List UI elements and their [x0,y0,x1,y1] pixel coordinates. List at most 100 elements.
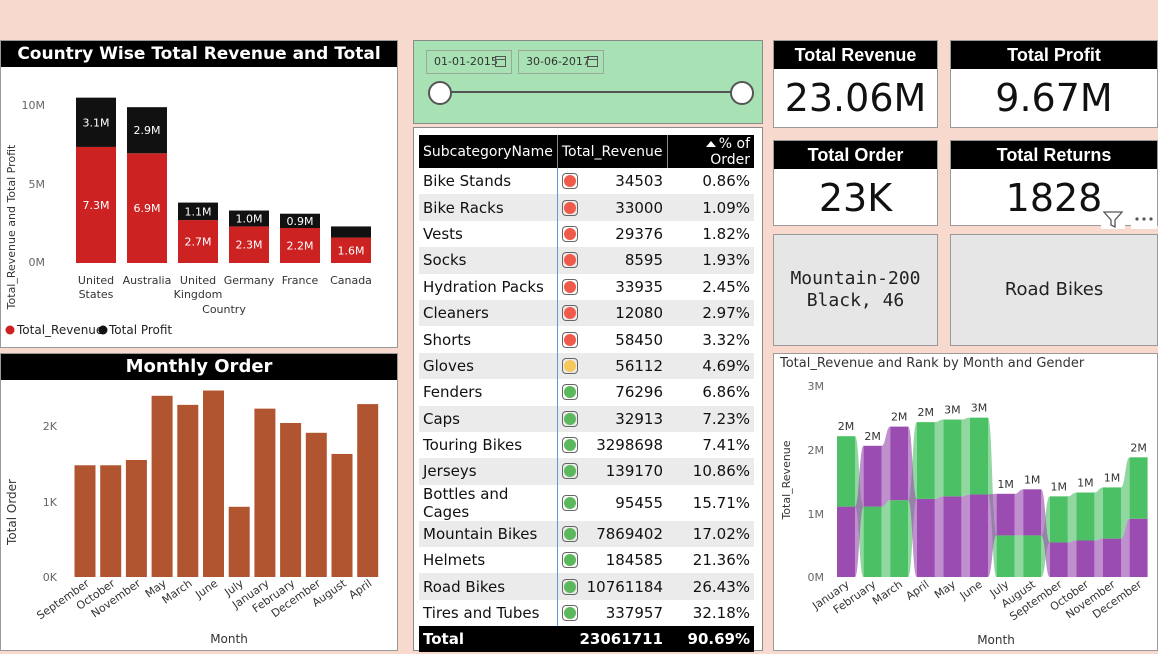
monthly-bar[interactable] [357,404,379,577]
calendar-icon[interactable] [587,56,598,67]
end-date-input[interactable]: 30-06-2017 [518,50,604,74]
cell-subcategory: Fenders [419,379,558,406]
monthly-bar[interactable] [125,459,147,577]
ribbon-band[interactable] [1067,540,1077,577]
monthly-bar[interactable] [254,408,276,577]
ribbon-band[interactable] [1014,535,1024,577]
data-label-revenue: 1.6M [338,244,365,257]
monthly-bar[interactable] [305,432,327,577]
monthly-bar[interactable] [151,395,173,577]
status-indicator-icon [561,605,578,622]
table-row[interactable]: Fenders 76296 6.86% [419,379,754,406]
ribbon-column-segment[interactable] [863,445,882,507]
kpi-total-profit-label: Total Profit [951,41,1157,69]
cell-pct: 32.18% [667,599,754,627]
ribbon-column-segment[interactable] [863,506,882,577]
table-row[interactable]: Socks 8595 1.93% [419,247,754,274]
ribbon-band[interactable] [881,426,891,507]
ribbon-column-segment[interactable] [837,506,855,577]
cell-revenue: 33000 [557,194,667,221]
ribbon-band[interactable] [1094,487,1103,541]
ribbon-column-segment[interactable] [916,498,935,577]
table-row[interactable]: Touring Bikes 3298698 7.41% [419,431,754,459]
ribbon-column-segment[interactable] [1103,487,1121,539]
cell-subcategory: Bottles and Cages [419,484,558,521]
ribbon-column-segment[interactable] [996,493,1015,536]
ribbon-band[interactable] [961,417,970,497]
table-row[interactable]: Mountain Bikes 7869402 17.02% [419,520,754,548]
table-row[interactable]: Bike Stands 34503 0.86% [419,168,754,195]
table-row[interactable]: Hydration Packs 33935 2.45% [419,273,754,300]
more-options-icon[interactable] [1131,209,1157,229]
slider-end-handle[interactable] [730,81,754,105]
ribbon-x-axis-label: Month [977,633,1015,647]
ribbon-band[interactable] [1094,538,1103,577]
monthly-bar[interactable] [100,465,122,577]
table-row[interactable]: Bike Racks 33000 1.09% [419,194,754,221]
ribbon-column-segment[interactable] [970,494,988,577]
ribbon-column-segment[interactable] [1049,496,1068,543]
table-row[interactable]: Road Bikes 10761184 26.43% [419,573,754,600]
ribbon-column-segment[interactable] [890,426,909,501]
slider-track[interactable] [440,91,742,93]
data-label-revenue: 2.7M [185,236,212,249]
table-row[interactable]: Tires and Tubes 337957 32.18% [419,599,754,627]
ribbon-column-segment[interactable] [1049,542,1068,577]
ribbon-column-segment[interactable] [916,422,935,499]
monthly-bar[interactable] [74,465,96,577]
ribbon-column-segment[interactable] [1103,538,1121,577]
column-header-subcategory[interactable]: SubcategoryName [419,135,558,168]
ribbon-band[interactable] [934,496,944,577]
ribbon-column-segment[interactable] [943,496,962,577]
table-row[interactable]: Shorts 58450 3.32% [419,326,754,353]
ribbon-column-segment[interactable] [970,417,988,495]
ribbon-column-segment[interactable] [1023,535,1042,577]
filter-icon[interactable] [1101,209,1125,229]
top-product-card[interactable]: Mountain-200 Black, 46 [773,234,938,346]
kpi-total-returns-value: 1828 [1005,176,1103,220]
monthly-bar[interactable] [177,404,199,577]
ribbon-band[interactable] [934,419,944,499]
ribbon-column-segment[interactable] [1023,489,1042,536]
ribbon-column-segment[interactable] [1129,518,1148,577]
monthly-bar[interactable] [228,506,250,577]
country-tick-label: France [282,274,319,287]
cell-pct: 21.36% [667,547,754,574]
status-indicator-icon [561,252,578,269]
data-label-profit: 2.9M [134,124,161,137]
column-header-pct[interactable]: % of Order [667,135,754,168]
calendar-icon[interactable] [495,56,506,67]
table-row[interactable]: Cleaners 12080 2.97% [419,299,754,327]
ribbon-band[interactable] [1067,492,1077,543]
table-row[interactable]: Jerseys 139170 10.86% [419,458,754,485]
ribbon-column-segment[interactable] [1076,492,1095,541]
ribbon-total-label: 2M [891,411,908,424]
ribbon-band[interactable] [961,494,970,577]
table-row[interactable]: Helmets 184585 21.36% [419,547,754,574]
start-date-input[interactable]: 01-01-2015 [426,50,512,74]
ribbon-column-segment[interactable] [996,535,1015,577]
ribbon-column-segment[interactable] [1129,457,1148,519]
ribbon-total-label: 2M [838,420,855,433]
table-row[interactable]: Bottles and Cages 95455 15.71% [419,484,754,521]
slider-start-handle[interactable] [428,81,452,105]
cell-revenue: 337957 [557,599,667,627]
monthly-bar[interactable] [280,422,302,577]
ribbon-column-segment[interactable] [890,500,909,577]
ribbon-total-label: 3M [944,404,961,417]
bar-profit[interactable] [331,226,371,238]
monthly-bar[interactable] [203,390,224,577]
table-row[interactable]: Gloves 56112 4.69% [419,352,754,380]
ribbon-column-segment[interactable] [1076,540,1095,577]
table-row[interactable]: Caps 32913 7.23% [419,405,754,432]
ribbon-column-segment[interactable] [943,419,962,497]
top-product-line1: Mountain-200 [790,268,921,289]
ribbon-band[interactable] [881,500,891,577]
cell-pct: 1.82% [667,220,754,248]
ribbon-band[interactable] [1014,489,1024,536]
column-header-revenue[interactable]: Total_Revenue [557,135,668,168]
top-subcategory-card[interactable]: Road Bikes [950,234,1158,346]
table-row[interactable]: Vests 29376 1.82% [419,220,754,248]
ribbon-column-segment[interactable] [837,436,855,507]
monthly-bar[interactable] [331,453,353,577]
